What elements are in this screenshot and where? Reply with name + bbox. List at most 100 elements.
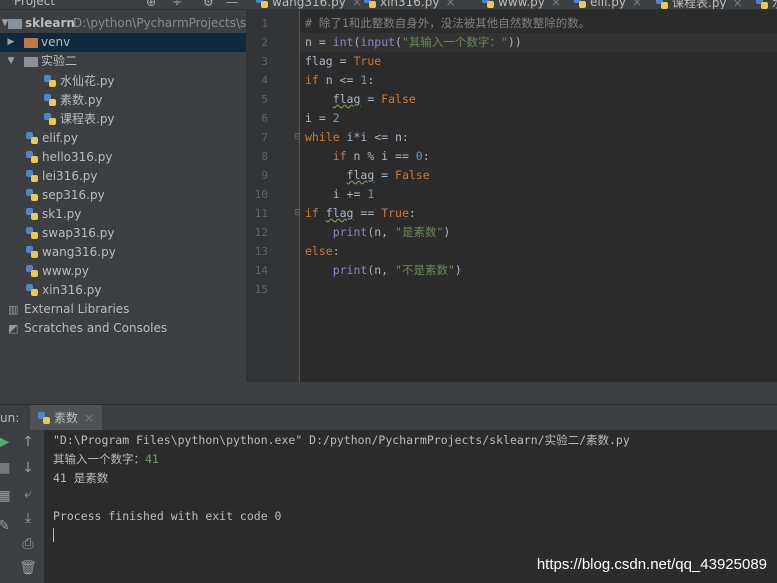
tree-item[interactable]: ◩ Scratches and Consoles bbox=[0, 319, 246, 338]
console-user-input: 41 bbox=[145, 452, 159, 466]
console-result: 41 是素数 bbox=[53, 471, 109, 485]
tree-item[interactable]: hello316.py bbox=[0, 148, 246, 167]
chevron-down-icon[interactable]: ▼ bbox=[6, 52, 16, 71]
close-icon[interactable]: × bbox=[84, 411, 94, 425]
line-number: 4 bbox=[261, 74, 268, 87]
tree-item-label: sep316.py bbox=[42, 188, 105, 202]
line-number: 6 bbox=[261, 112, 268, 125]
tree-item[interactable]: xin316.py bbox=[0, 281, 246, 300]
code-token: = bbox=[374, 168, 396, 182]
tree-item[interactable]: ▥ External Libraries bbox=[0, 300, 246, 319]
tree-item[interactable]: ▶ venv bbox=[0, 33, 246, 52]
code-token: input bbox=[360, 35, 396, 49]
run-tab[interactable]: 素数 × bbox=[30, 405, 103, 431]
tree-item-label: wang316.py bbox=[42, 245, 116, 259]
collapse-icon[interactable]: ÷ bbox=[172, 0, 182, 9]
scroll-to-end-icon[interactable]: ⤓ bbox=[18, 510, 38, 526]
close-icon[interactable]: × bbox=[352, 0, 362, 9]
tree-item-label: elif.py bbox=[42, 131, 78, 145]
python-file-icon bbox=[574, 0, 586, 8]
editor-tab[interactable]: 水仙 bbox=[756, 0, 777, 9]
code-token: if bbox=[305, 73, 326, 87]
editor-tab[interactable]: www.py × bbox=[482, 0, 561, 9]
editor-tab[interactable]: wang316.py × bbox=[256, 0, 362, 9]
print-icon[interactable]: ⎙ bbox=[18, 536, 38, 552]
tree-item-label: hello316.py bbox=[42, 150, 113, 164]
python-file-icon bbox=[364, 0, 376, 8]
tree-item[interactable]: sk1.py bbox=[0, 205, 246, 224]
pin-icon[interactable]: ✎ bbox=[0, 518, 14, 534]
python-file-icon bbox=[26, 170, 38, 182]
code-line: flag = True bbox=[305, 52, 381, 71]
python-file-icon bbox=[26, 189, 38, 201]
python-file-icon bbox=[482, 0, 494, 8]
code-token: while bbox=[305, 130, 347, 144]
code-token: flag bbox=[346, 168, 375, 182]
trash-icon[interactable]: 🗑 bbox=[18, 560, 38, 576]
editor-tab[interactable]: xin316.py × bbox=[364, 0, 456, 9]
line-number-gutter: 1 2 3 4 5 6 7 8 9 10 11 12 13 14 15 ⊟ ⊟ bbox=[246, 10, 302, 382]
line-number: 13 bbox=[254, 245, 268, 258]
tree-item-label: External Libraries bbox=[24, 302, 130, 316]
code-token: ) bbox=[443, 225, 451, 239]
code-line: if n <= 1: bbox=[305, 71, 374, 90]
code-token: flag bbox=[325, 206, 354, 220]
code-token: = bbox=[360, 92, 382, 106]
code-token: else bbox=[305, 244, 333, 258]
up-arrow-icon[interactable]: ↑ bbox=[18, 434, 38, 450]
code-token: if bbox=[305, 206, 326, 220]
python-file-icon bbox=[26, 246, 38, 258]
code-token: ) bbox=[454, 263, 462, 277]
tree-item-label: 实验二 bbox=[41, 54, 78, 68]
code-line: flag = False bbox=[305, 166, 430, 185]
code-token: flag = bbox=[305, 54, 354, 68]
tree-item-label: xin316.py bbox=[42, 283, 102, 297]
close-icon[interactable]: × bbox=[733, 0, 743, 9]
tree-item[interactable]: 素数.py bbox=[0, 91, 246, 110]
code-token: i*i <= n: bbox=[346, 130, 409, 144]
down-arrow-icon[interactable]: ↓ bbox=[18, 460, 38, 476]
code-line: flag = False bbox=[305, 90, 416, 109]
hide-icon[interactable]: — bbox=[226, 0, 238, 9]
python-file-icon bbox=[26, 284, 38, 296]
editor-tab[interactable]: elif.py × bbox=[574, 0, 642, 9]
soft-wrap-icon[interactable]: ⤶ bbox=[18, 486, 38, 502]
code-token: True bbox=[381, 206, 409, 220]
rerun-icon[interactable]: ▶ bbox=[0, 434, 14, 450]
code-line: else: bbox=[305, 242, 340, 261]
layout-icon[interactable]: ▦ bbox=[0, 488, 14, 504]
editor-tabs: wang316.py × xin316.py × www.py × elif.py × 课程表.… bbox=[246, 0, 777, 10]
editor-tab[interactable]: 课程表.py × bbox=[656, 0, 743, 9]
editor-tab-label: elif.py bbox=[590, 0, 626, 9]
tree-item[interactable]: lei316.py bbox=[0, 167, 246, 186]
tree-item-label: www.py bbox=[42, 264, 89, 278]
folder-icon bbox=[24, 38, 38, 48]
tree-item[interactable]: ▼ sklearn D:\python\PycharmProjects\skle bbox=[0, 14, 246, 33]
run-toolbar: ▶ ↑ ■ ↓ ▦ ⤶ ✎ ⤓ ⎙ 🗑 bbox=[0, 430, 44, 583]
tree-item[interactable]: wang316.py bbox=[0, 243, 246, 262]
console-prompt: 其输入一个数字： bbox=[53, 452, 145, 466]
tree-item[interactable]: www.py bbox=[0, 262, 246, 281]
stop-icon[interactable]: ■ bbox=[0, 460, 14, 476]
target-icon[interactable]: ⊕ bbox=[146, 0, 156, 9]
tree-item[interactable]: 水仙花.py bbox=[0, 72, 246, 91]
code-editor[interactable]: # 除了1和此整数自身外，没法被其他自然数整除的数。 n = int (input (… bbox=[300, 10, 777, 382]
code-token: (n, bbox=[367, 263, 396, 277]
tree-item[interactable]: sep316.py bbox=[0, 186, 246, 205]
line-number: 14 bbox=[254, 264, 268, 277]
line-number: 7 bbox=[261, 131, 268, 144]
tree-item-label: swap316.py bbox=[42, 226, 115, 240]
tree-item[interactable]: ▼ 实验二 bbox=[0, 52, 246, 71]
chevron-right-icon[interactable]: ▶ bbox=[6, 33, 16, 52]
tree-item-label: Scratches and Consoles bbox=[24, 321, 168, 335]
tree-item-label: lei316.py bbox=[42, 169, 98, 183]
close-icon[interactable]: × bbox=[551, 0, 561, 9]
gear-icon[interactable]: ⚙ bbox=[203, 0, 214, 9]
close-icon[interactable]: × bbox=[632, 0, 642, 9]
tree-item[interactable]: swap316.py bbox=[0, 224, 246, 243]
tree-item[interactable]: 课程表.py bbox=[0, 110, 246, 129]
console-exit-message: Process finished with exit code 0 bbox=[53, 509, 282, 523]
tree-item[interactable]: elif.py bbox=[0, 129, 246, 148]
close-icon[interactable]: × bbox=[445, 0, 455, 9]
